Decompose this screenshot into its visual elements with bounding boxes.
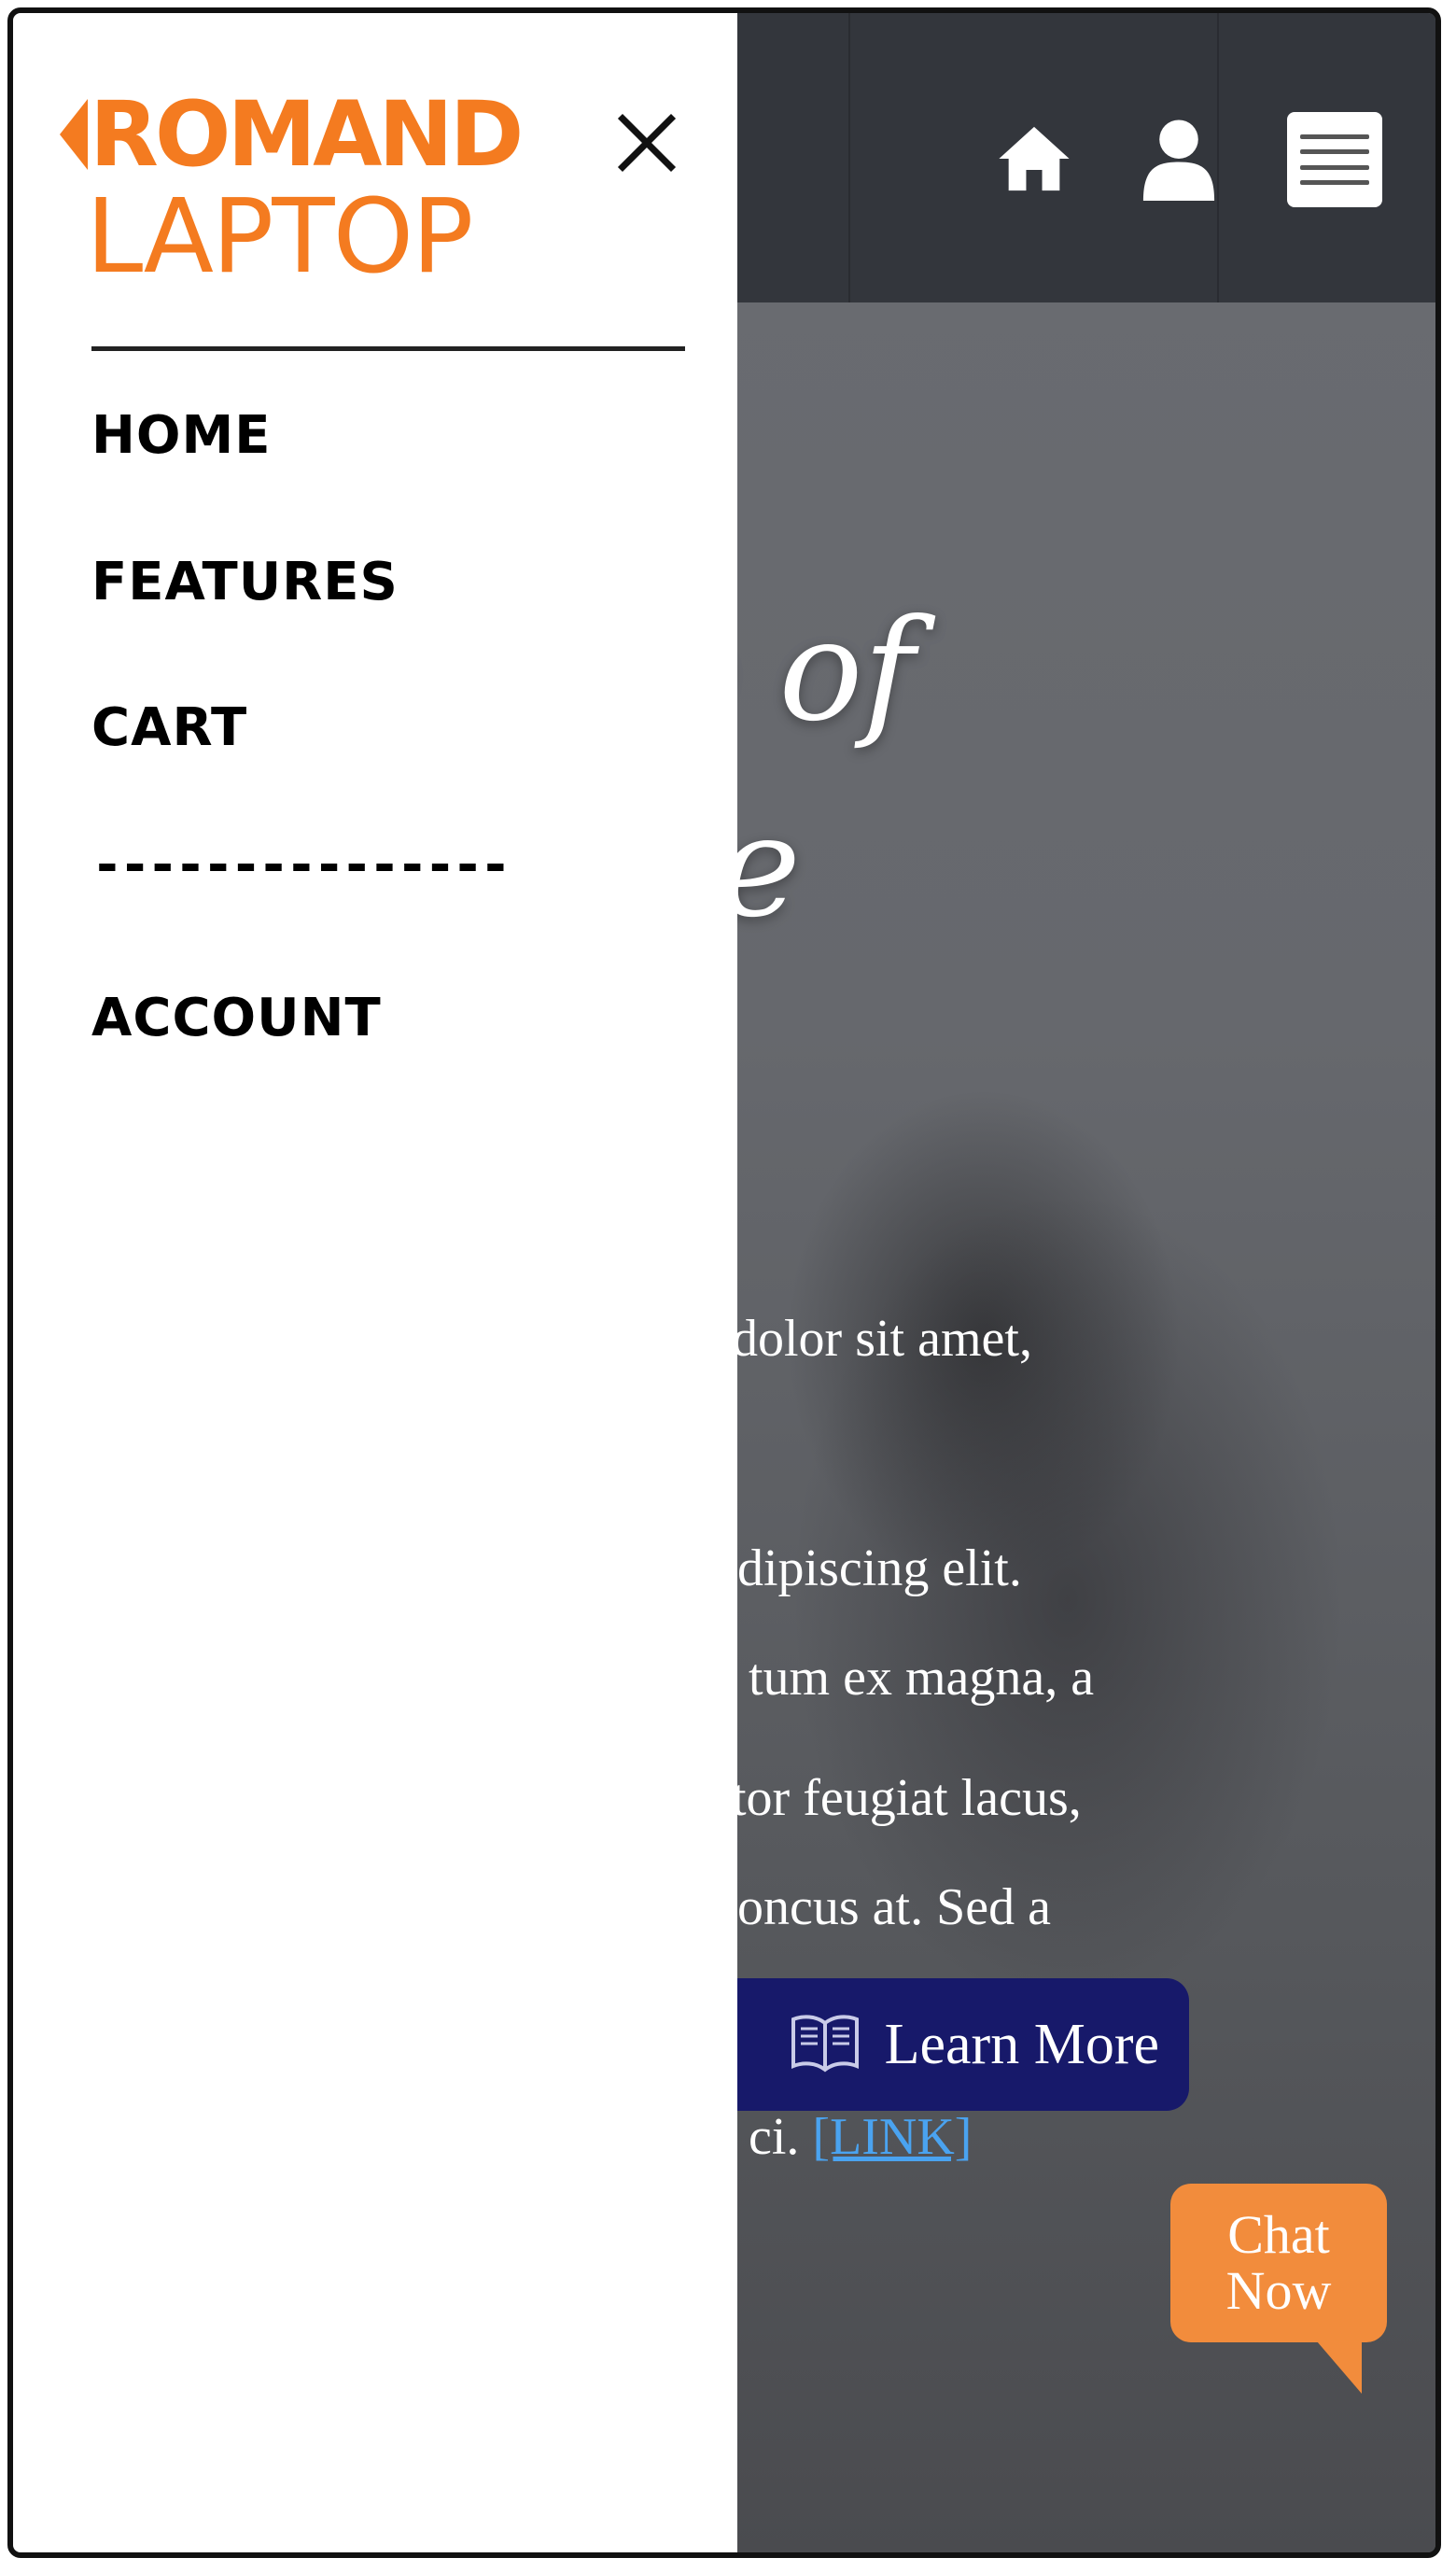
menu-item-cart[interactable]: CART xyxy=(91,697,247,758)
logo[interactable]: ROMAND LAPTOP xyxy=(60,82,524,296)
hero-text-line: dolor sit amet, xyxy=(732,1310,1032,1368)
menu-item-home[interactable]: HOME xyxy=(91,405,271,466)
hero-text-line: tum ex magna, a xyxy=(749,1649,1095,1707)
menu-item-features[interactable]: FEATURES xyxy=(91,552,399,612)
logo-brand: ROMAND xyxy=(60,82,524,187)
drawer-divider xyxy=(91,346,685,351)
logo-subtitle: LAPTOP xyxy=(86,176,474,296)
learn-more-label: Learn More xyxy=(884,2012,1159,2076)
menu-separator: --------------- xyxy=(91,835,511,895)
logo-brand-text: ROMAND xyxy=(90,82,524,187)
chat-label-line2: Now xyxy=(1225,2260,1332,2321)
open-book-icon xyxy=(790,2012,861,2078)
logo-arrow-icon xyxy=(60,99,88,170)
app-frame: ptop ofuture dolor sit amet, dipiscing e… xyxy=(7,7,1441,2558)
chat-label-line1: Chat xyxy=(1227,2204,1330,2265)
learn-more-button[interactable]: Learn More xyxy=(685,1978,1189,2111)
hero-text-line: oncus at. Sed a xyxy=(737,1878,1051,1936)
hero-link[interactable]: [LINK] xyxy=(812,2108,972,2166)
chat-bubble-tail xyxy=(1306,2328,1362,2394)
hero-text-fragment: ci. xyxy=(749,2108,813,2166)
close-icon[interactable] xyxy=(610,106,683,179)
home-icon[interactable] xyxy=(991,116,1077,202)
menu-item-account[interactable]: ACCOUNT xyxy=(91,988,382,1048)
user-icon[interactable] xyxy=(1136,116,1222,202)
chat-now-button[interactable]: Chat Now xyxy=(1170,2184,1387,2342)
hamburger-icon[interactable] xyxy=(1287,112,1382,207)
nav-drawer: ROMAND LAPTOP HOME FEATURES CART -------… xyxy=(13,13,737,2552)
